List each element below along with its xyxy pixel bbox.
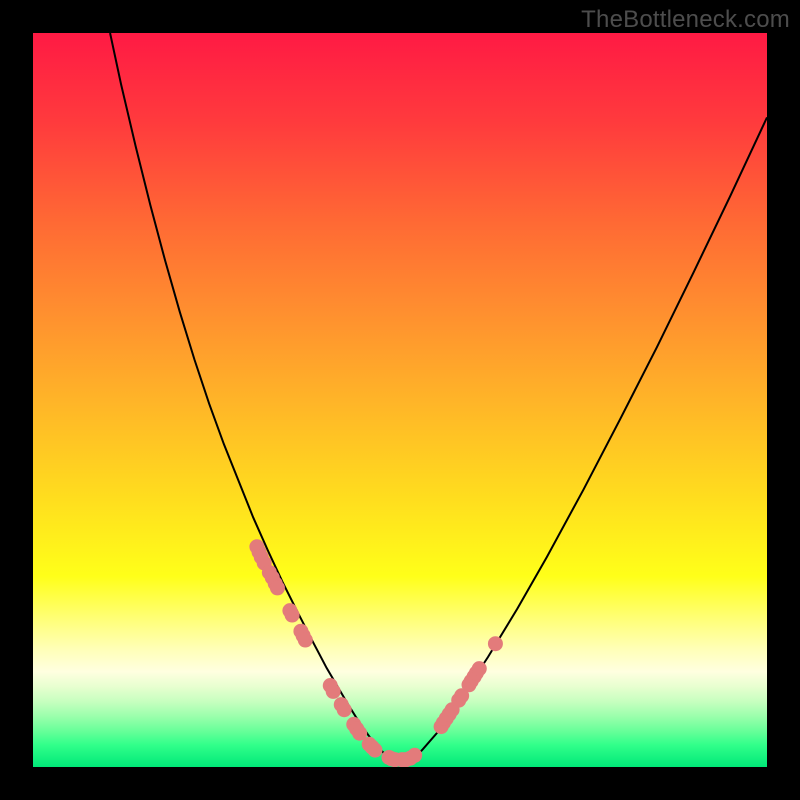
outer-frame: TheBottleneck.com bbox=[0, 0, 800, 800]
highlight-dot bbox=[326, 684, 341, 699]
bottleneck-curve bbox=[110, 33, 767, 760]
chart-svg bbox=[33, 33, 767, 767]
highlight-dot bbox=[285, 608, 300, 623]
watermark-text: TheBottleneck.com bbox=[581, 6, 790, 34]
highlight-dot bbox=[368, 743, 383, 758]
plot-area bbox=[33, 33, 767, 767]
highlight-dot bbox=[337, 702, 352, 717]
highlight-dot bbox=[298, 633, 313, 648]
highlight-dot bbox=[488, 636, 503, 651]
highlight-dot bbox=[270, 580, 285, 595]
highlight-dot bbox=[472, 661, 487, 676]
highlight-dot bbox=[407, 748, 422, 763]
